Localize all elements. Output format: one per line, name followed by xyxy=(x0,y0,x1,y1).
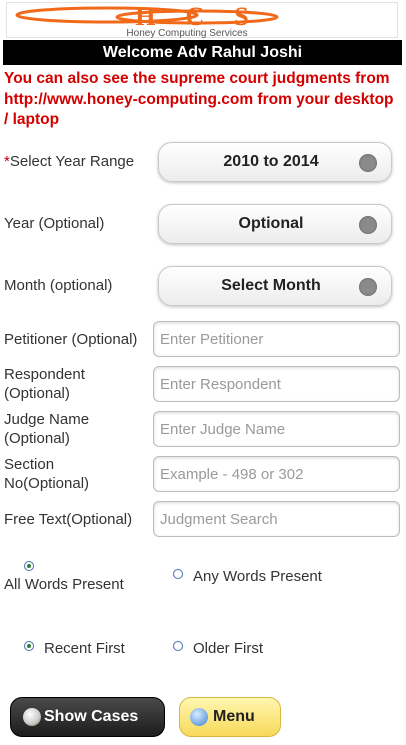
free-text-input[interactable] xyxy=(153,501,400,537)
logo-graphic: HCS Honey Computing Services xyxy=(15,3,279,39)
dropdown-dot-icon xyxy=(359,154,377,172)
respondent-label-line1: Respondent xyxy=(4,366,85,383)
dropdown-dot-icon xyxy=(359,278,377,296)
older-first-label[interactable]: Older First xyxy=(193,640,263,658)
hcs-logo: HCS Honey Computing Services xyxy=(6,2,398,39)
section-label-line2: No(Optional) xyxy=(4,475,90,492)
year-range-value: 2010 to 2014 xyxy=(223,153,319,170)
all-words-radio[interactable] xyxy=(24,561,34,571)
recent-first-radio[interactable] xyxy=(24,641,34,651)
show-cases-label: Show Cases xyxy=(44,708,139,725)
show-cases-button[interactable]: Show Cases xyxy=(10,697,165,737)
respondent-label: Respondent (Optional) xyxy=(4,365,85,403)
section-input[interactable] xyxy=(153,456,400,492)
menu-icon xyxy=(190,708,208,726)
dropdown-dot-icon xyxy=(359,216,377,234)
menu-button[interactable]: Menu xyxy=(179,697,281,737)
respondent-label-line2: (Optional) xyxy=(4,385,70,402)
section-label-line1: Section xyxy=(4,456,55,473)
cases-icon xyxy=(23,708,41,726)
petitioner-label: Petitioner (Optional) xyxy=(4,331,138,348)
year-range-label-text: Select Year Range xyxy=(9,153,135,170)
judge-name-input[interactable] xyxy=(153,411,400,447)
section-label: Section No(Optional) xyxy=(4,455,89,493)
judge-label-line1: Judge Name xyxy=(4,411,90,428)
month-value: Select Month xyxy=(221,277,321,294)
logo-tagline: Honey Computing Services xyxy=(126,28,247,39)
month-select[interactable]: Select Month xyxy=(158,266,392,306)
year-value: Optional xyxy=(238,215,304,232)
older-first-radio[interactable] xyxy=(173,641,183,651)
petitioner-input[interactable] xyxy=(153,321,400,357)
judge-label: Judge Name (Optional) xyxy=(4,410,89,448)
judge-label-line2: (Optional) xyxy=(4,430,70,447)
welcome-banner: Welcome Adv Rahul Joshi xyxy=(3,40,402,65)
notice-text: You can also see the supreme court judgm… xyxy=(4,70,394,128)
all-words-label[interactable]: All Words Present xyxy=(4,576,124,594)
year-select[interactable]: Optional xyxy=(158,204,392,244)
month-label: Month (optional) xyxy=(4,277,113,294)
free-text-label: Free Text(Optional) xyxy=(4,511,133,528)
any-words-label[interactable]: Any Words Present xyxy=(193,568,322,586)
menu-label: Menu xyxy=(213,708,255,725)
any-words-radio[interactable] xyxy=(173,569,183,579)
recent-first-label[interactable]: Recent First xyxy=(44,640,125,658)
logo-letters: HCS xyxy=(135,3,278,31)
year-range-label: *Select Year Range xyxy=(4,152,134,171)
year-label: Year (Optional) xyxy=(4,215,105,232)
year-range-select[interactable]: 2010 to 2014 xyxy=(158,142,392,182)
respondent-input[interactable] xyxy=(153,366,400,402)
